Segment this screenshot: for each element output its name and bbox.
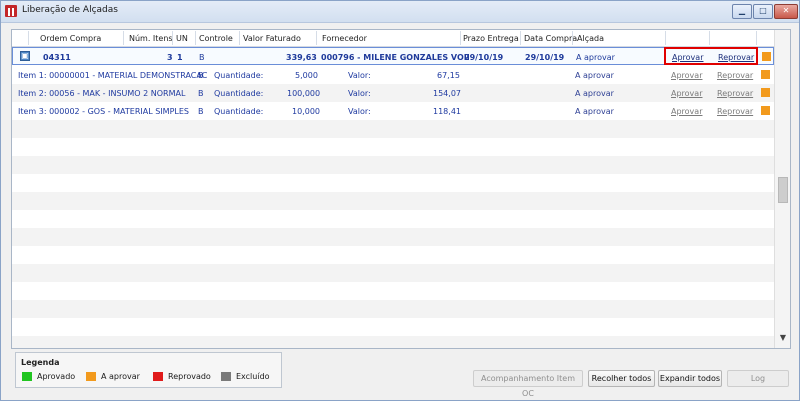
- item-quantidade: 10,000: [292, 107, 320, 116]
- legend-orange-icon: [86, 372, 96, 381]
- item-valor: 67,15: [437, 71, 460, 80]
- expand-icon[interactable]: ▣: [20, 51, 30, 61]
- legend-label: Reprovado: [168, 372, 211, 381]
- header-data-compra: Data Compra: [524, 34, 578, 43]
- title-bar: Liberação de Alçadas ▁ □ ✕: [1, 1, 799, 23]
- table-row-empty: [12, 228, 774, 246]
- item-quantidade-label: Quantidade:: [214, 71, 264, 80]
- reject-link[interactable]: Reprovar: [717, 107, 753, 116]
- item-valor: 118,41: [433, 107, 461, 116]
- vertical-scrollbar[interactable]: ▼: [774, 30, 790, 348]
- item-description: Item 3: 000002 - GOS - MATERIAL SIMPLES: [18, 107, 189, 116]
- window-title: Liberação de Alçadas: [22, 5, 118, 15]
- table-row-item[interactable]: Item 3: 000002 - GOS - MATERIAL SIMPLES …: [12, 102, 774, 120]
- table-row-empty: [12, 192, 774, 210]
- acompanhamento-button[interactable]: Acompanhamento Item OC: [473, 370, 583, 398]
- table-row-empty: [12, 282, 774, 300]
- approvals-grid: Ordem Compra Núm. Itens UN Controle Valo…: [11, 29, 791, 349]
- minimize-button[interactable]: ▁: [732, 4, 752, 19]
- approve-link[interactable]: Aprovar: [671, 71, 702, 80]
- cell-prazo-entrega: 29/10/19: [464, 53, 504, 62]
- cell-ordem-compra: 04311: [43, 53, 71, 62]
- header-controle: Controle: [199, 34, 233, 43]
- item-controle: B: [198, 89, 204, 98]
- reject-link[interactable]: Reprovar: [717, 89, 753, 98]
- table-row-empty: [12, 300, 774, 318]
- table-row-item[interactable]: Item 2: 00056 - MAK - INSUMO 2 NORMAL B …: [12, 84, 774, 102]
- table-row-empty: [12, 318, 774, 336]
- table-row-empty: [12, 210, 774, 228]
- item-valor-label: Valor:: [348, 107, 371, 116]
- app-window: Liberação de Alçadas ▁ □ ✕ Ordem Compra …: [0, 0, 800, 401]
- cell-num-itens: 3: [167, 53, 173, 62]
- cell-controle: B: [199, 53, 205, 62]
- legend-box: Legenda Aprovado A aprovar Reprovado Exc…: [15, 352, 282, 388]
- legend-label: Aprovado: [37, 372, 76, 381]
- approve-reject-highlight: [664, 47, 758, 65]
- cell-valor-faturado: 339,63: [286, 53, 317, 62]
- item-quantidade-label: Quantidade:: [214, 107, 264, 116]
- cell-fornecedor: 000796 - MILENE GONZALES VOII: [321, 53, 470, 62]
- log-button[interactable]: Log: [727, 370, 789, 387]
- legend-label: A aprovar: [101, 372, 140, 381]
- status-orange-icon: [762, 52, 771, 61]
- item-valor-label: Valor:: [348, 89, 371, 98]
- table-row-empty: [12, 138, 774, 156]
- item-description: Item 1: 00000001 - MATERIAL DEMONSTRACAC: [18, 71, 208, 80]
- expandir-todos-button[interactable]: Expandir todos: [658, 370, 722, 387]
- item-quantidade: 100,000: [287, 89, 321, 98]
- status-orange-icon: [761, 88, 770, 97]
- cell-data-compra: 29/10/19: [525, 53, 565, 62]
- scroll-thumb[interactable]: [778, 177, 788, 203]
- cell-alcada: A aprovar: [576, 53, 615, 62]
- item-alcada: A aprovar: [575, 107, 614, 116]
- item-controle: B: [198, 71, 204, 80]
- item-valor-label: Valor:: [348, 71, 371, 80]
- chevron-down-icon[interactable]: ▼: [779, 334, 787, 342]
- item-description: Item 2: 00056 - MAK - INSUMO 2 NORMAL: [18, 89, 186, 98]
- app-icon: [5, 5, 17, 17]
- legend-red-icon: [153, 372, 163, 381]
- item-valor: 154,07: [433, 89, 461, 98]
- legend-label: Excluído: [236, 372, 270, 381]
- table-row-empty: [12, 336, 774, 348]
- approve-link[interactable]: Aprovar: [671, 107, 702, 116]
- reject-link[interactable]: Reprovar: [717, 71, 753, 80]
- table-row-master[interactable]: ▣ 04311 3 1 B 339,63 000796 - MILENE GON…: [12, 47, 774, 65]
- status-orange-icon: [761, 106, 770, 115]
- table-row-empty: [12, 264, 774, 282]
- table-row-empty: [12, 156, 774, 174]
- item-alcada: A aprovar: [575, 89, 614, 98]
- header-prazo-entrega: Prazo Entrega: [463, 34, 519, 43]
- approve-link[interactable]: Aprovar: [671, 89, 702, 98]
- item-quantidade: 5,000: [295, 71, 318, 80]
- table-row-item[interactable]: Item 1: 00000001 - MATERIAL DEMONSTRACAC…: [12, 66, 774, 84]
- header-valor-faturado: Valor Faturado: [243, 34, 301, 43]
- legend-green-icon: [22, 372, 32, 381]
- close-button[interactable]: ✕: [774, 4, 798, 19]
- status-orange-icon: [761, 70, 770, 79]
- header-alcada: Alçada: [577, 34, 604, 43]
- item-alcada: A aprovar: [575, 71, 614, 80]
- grid-header: Ordem Compra Núm. Itens UN Controle Valo…: [12, 30, 774, 47]
- cell-un: 1: [177, 53, 183, 62]
- table-row-empty: [12, 120, 774, 138]
- item-controle: B: [198, 107, 204, 116]
- maximize-button[interactable]: □: [753, 4, 773, 19]
- legend-title: Legenda: [21, 358, 60, 367]
- table-row-empty: [12, 174, 774, 192]
- table-row-empty: [12, 246, 774, 264]
- header-un: UN: [176, 34, 188, 43]
- recolher-todos-button[interactable]: Recolher todos: [588, 370, 655, 387]
- legend-gray-icon: [221, 372, 231, 381]
- item-quantidade-label: Quantidade:: [214, 89, 264, 98]
- header-num-itens: Núm. Itens: [129, 34, 173, 43]
- header-ordem-compra: Ordem Compra: [40, 34, 102, 43]
- header-fornecedor: Fornecedor: [322, 34, 367, 43]
